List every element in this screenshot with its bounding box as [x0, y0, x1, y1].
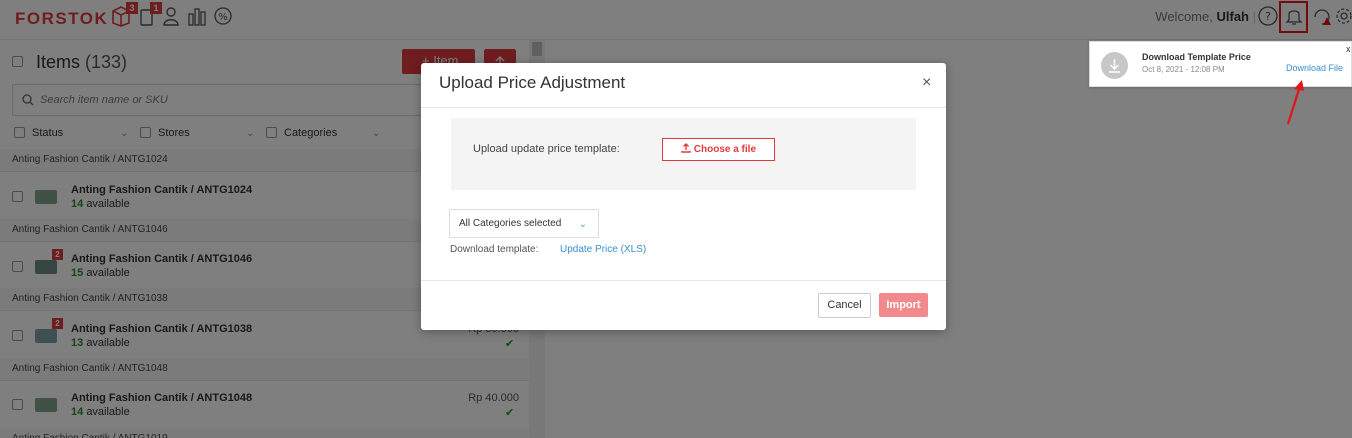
notification-close-button[interactable]: x	[1346, 44, 1351, 54]
choose-file-label: Choose a file	[693, 144, 757, 155]
cancel-button[interactable]: Cancel	[818, 293, 871, 318]
download-icon	[1101, 52, 1128, 79]
download-template-label: Download template:	[450, 244, 539, 255]
notification-title: Download Template Price	[1142, 52, 1251, 62]
import-button[interactable]: Import	[879, 293, 928, 317]
close-icon[interactable]: ×	[922, 74, 931, 92]
divider	[421, 280, 946, 281]
download-file-link[interactable]: Download File	[1286, 63, 1343, 73]
divider	[421, 107, 946, 108]
choose-file-button[interactable]: Choose a file	[662, 138, 775, 161]
notification-date: Oct 8, 2021 - 12:08 PM	[1142, 65, 1225, 74]
modal-title: Upload Price Adjustment	[439, 73, 626, 92]
chevron-down-icon: ⌄	[578, 219, 587, 230]
arrow-annotation	[1286, 80, 1304, 125]
upload-area: Upload update price template: Choose a f…	[451, 118, 916, 190]
category-select-value: All Categories selected	[459, 218, 562, 229]
notification-popup: Download Template Price Oct 8, 2021 - 12…	[1089, 41, 1352, 87]
category-select[interactable]: All Categories selected ⌄	[449, 209, 599, 238]
upload-label: Upload update price template:	[473, 143, 620, 155]
upload-price-modal: Upload Price Adjustment × Upload update …	[421, 63, 946, 330]
upload-icon	[681, 143, 691, 153]
download-template-link[interactable]: Update Price (XLS)	[560, 244, 646, 255]
